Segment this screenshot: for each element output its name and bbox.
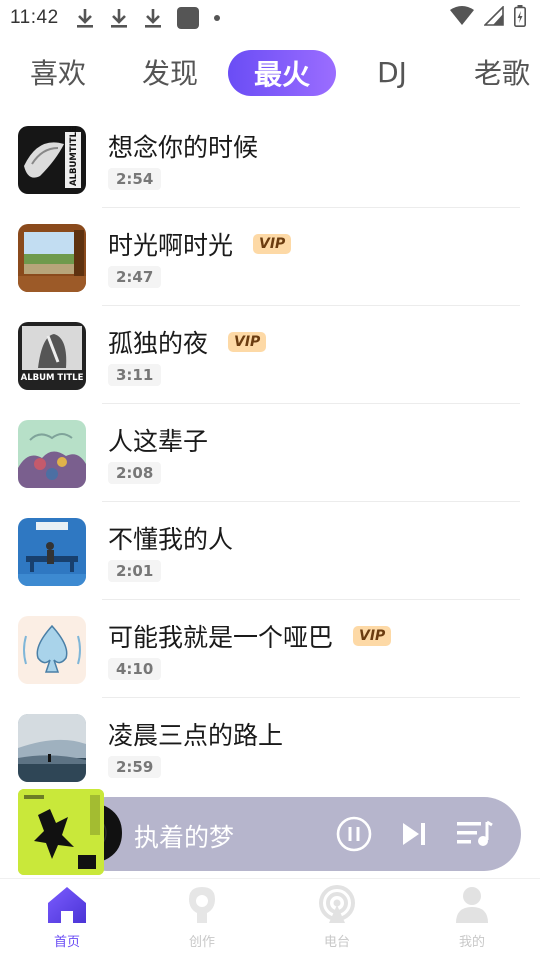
app-notification-icon xyxy=(176,7,199,29)
pause-button[interactable] xyxy=(336,816,372,852)
song-title: 人这辈子 xyxy=(108,427,209,456)
notification-icons xyxy=(75,7,221,29)
category-tabs: 喜欢 发现 最火 DJ 老歌 xyxy=(0,48,540,100)
album-cover xyxy=(18,714,86,782)
battery-icon xyxy=(514,5,526,31)
song-duration: 2:59 xyxy=(108,756,162,778)
song-duration: 2:08 xyxy=(108,462,162,484)
playlist-icon xyxy=(457,820,493,846)
tab-dj[interactable]: DJ xyxy=(352,48,432,96)
album-cover xyxy=(18,420,86,488)
song-title: 可能我就是一个哑巴 xyxy=(108,623,334,652)
tab-discover[interactable]: 发现 xyxy=(120,48,220,96)
tab-favorites[interactable]: 喜欢 xyxy=(8,48,108,96)
song-duration: 4:10 xyxy=(108,658,162,680)
cover-lettering: ALBUM TITLE xyxy=(21,373,84,383)
song-row[interactable]: ALBUMTITLE 想念你的时候 2:54 xyxy=(0,110,540,208)
vip-badge: VIP xyxy=(228,332,267,352)
vip-badge: VIP xyxy=(353,626,392,646)
wifi-icon xyxy=(450,6,474,30)
song-title: 孤独的夜 xyxy=(108,329,209,358)
album-cover xyxy=(18,224,86,292)
nav-label: 电台 xyxy=(323,935,350,950)
song-duration: 2:01 xyxy=(108,560,162,582)
next-track-button[interactable] xyxy=(398,818,430,850)
song-list: ALBUMTITLE 想念你的时候 2:54 时光啊时光 VIP 2:47 AL… xyxy=(0,110,540,796)
download-icon xyxy=(75,7,95,29)
nav-home[interactable]: 首页 xyxy=(17,885,117,950)
album-cover xyxy=(18,616,86,684)
song-row[interactable]: ALBUM TITLE 孤独的夜 VIP 3:11 xyxy=(0,306,540,404)
cover-lettering: ALBUMTITLE xyxy=(69,126,79,186)
nav-label: 创作 xyxy=(188,935,215,950)
album-cover: ALBUM TITLE xyxy=(18,322,86,390)
song-title: 不懂我的人 xyxy=(108,525,234,554)
download-icon xyxy=(109,7,129,29)
song-title: 时光啊时光 xyxy=(108,231,234,260)
song-row[interactable]: 可能我就是一个哑巴 VIP 4:10 xyxy=(0,600,540,698)
playlist-button[interactable] xyxy=(454,816,494,852)
song-duration: 2:47 xyxy=(108,266,162,288)
cellular-signal-icon xyxy=(483,5,504,30)
nav-create[interactable]: 创作 xyxy=(152,885,252,950)
status-bar: 11:42 xyxy=(0,0,540,36)
profile-icon xyxy=(456,887,488,923)
now-playing-cover[interactable] xyxy=(18,789,104,875)
tab-oldies[interactable]: 老歌 xyxy=(452,48,540,96)
system-icons xyxy=(450,5,526,31)
pause-icon xyxy=(336,816,372,852)
bottom-navigation: 首页 创作 电台 我的 xyxy=(0,878,540,960)
song-row[interactable]: 不懂我的人 2:01 xyxy=(0,502,540,600)
nav-label: 首页 xyxy=(53,935,80,950)
song-row[interactable]: 人这辈子 2:08 xyxy=(0,404,540,502)
nav-profile[interactable]: 我的 xyxy=(422,885,522,950)
now-playing-title: 执着的梦 xyxy=(134,823,235,852)
home-icon xyxy=(48,887,86,923)
tab-hottest[interactable]: 最火 xyxy=(228,50,336,96)
song-title: 凌晨三点的路上 xyxy=(108,721,284,750)
song-title: 想念你的时候 xyxy=(108,133,259,162)
status-time: 11:42 xyxy=(10,7,59,28)
song-row[interactable]: 凌晨三点的路上 2:59 xyxy=(0,698,540,796)
nav-radio[interactable]: 电台 xyxy=(287,885,387,950)
nav-label: 我的 xyxy=(458,935,485,950)
skip-next-icon xyxy=(403,823,425,845)
radio-icon xyxy=(319,885,355,923)
vip-badge: VIP xyxy=(253,234,292,254)
album-cover: ALBUMTITLE xyxy=(18,126,86,194)
download-icon xyxy=(143,7,163,29)
song-duration: 2:54 xyxy=(108,168,162,190)
more-notifications-dot-icon xyxy=(213,14,221,22)
album-cover xyxy=(18,518,86,586)
create-icon xyxy=(189,887,215,923)
song-duration: 3:11 xyxy=(108,364,162,386)
song-row[interactable]: 时光啊时光 VIP 2:47 xyxy=(0,208,540,306)
